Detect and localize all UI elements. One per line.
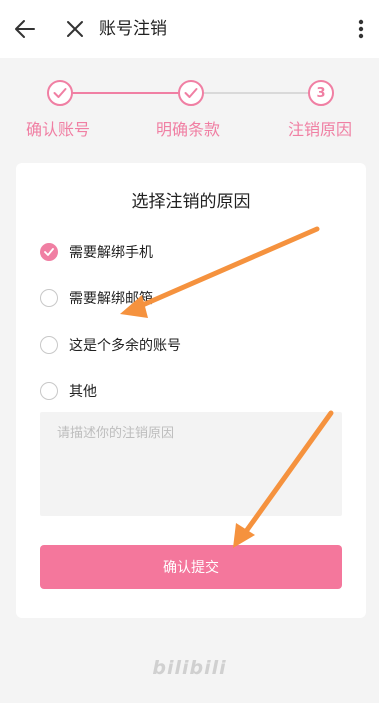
radio-checked-icon[interactable]: [40, 243, 58, 261]
submit-button[interactable]: 确认提交: [40, 545, 342, 589]
bilibili-logo: bilibili: [152, 657, 227, 679]
radio-unchecked-icon[interactable]: [40, 382, 58, 400]
radio-unchecked-icon[interactable]: [40, 289, 58, 307]
progress-steps: 3 确认账号 明确条款 注销原因: [0, 58, 379, 150]
page-title: 账号注销: [99, 19, 167, 39]
step-3-number: 3: [308, 80, 334, 106]
more-vertical-icon[interactable]: [345, 13, 377, 45]
step-3-label: 注销原因: [288, 120, 353, 139]
option-unbind-phone[interactable]: 需要解绑手机: [40, 240, 153, 264]
close-icon[interactable]: [59, 13, 91, 45]
option-label: 这是个多余的账号: [69, 338, 181, 354]
step-connector-pending: [204, 92, 309, 94]
step-2-label: 明确条款: [156, 120, 221, 139]
step-1-label: 确认账号: [26, 120, 91, 139]
option-label: 其他: [69, 384, 97, 400]
step-2-check-icon: [178, 80, 204, 106]
option-label: 需要解绑邮箱: [69, 291, 153, 307]
option-unbind-email[interactable]: 需要解绑邮箱: [40, 286, 153, 310]
top-app-bar: 账号注销: [0, 0, 379, 58]
option-redundant-account[interactable]: 这是个多余的账号: [40, 333, 181, 357]
card-title: 选择注销的原因: [131, 192, 251, 212]
radio-unchecked-icon[interactable]: [40, 336, 58, 354]
reason-card: 选择注销的原因 需要解绑手机 需要解绑邮箱 这是个多余的账号 其他 确认提交: [16, 163, 366, 618]
option-label: 需要解绑手机: [69, 245, 153, 261]
option-other[interactable]: 其他: [40, 379, 97, 403]
step-connector-done: [72, 92, 178, 94]
back-arrow-icon[interactable]: [9, 13, 41, 45]
reason-textarea[interactable]: [40, 412, 342, 516]
step-1-check-icon: [47, 80, 73, 106]
